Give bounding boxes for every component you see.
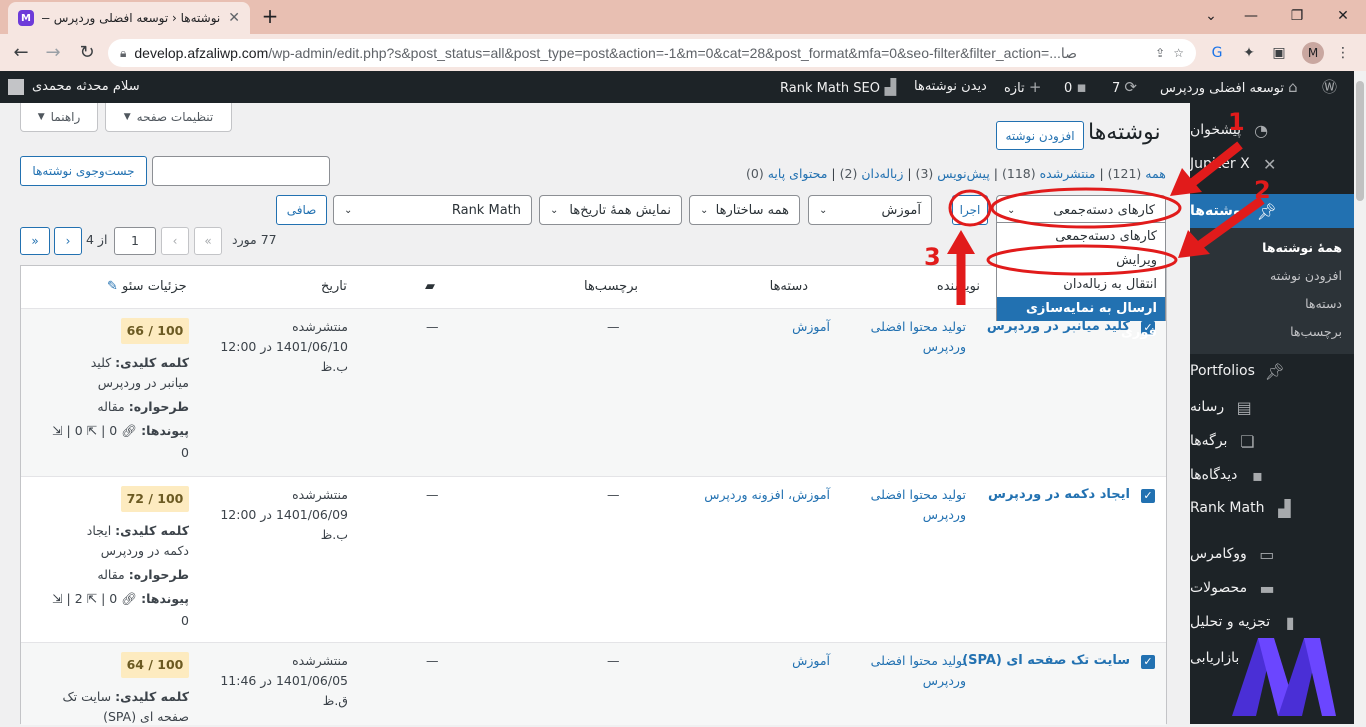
annotation-number-3: 3 [924,243,941,271]
tutorial-annotations [947,141,1265,305]
highlight-edit-option [986,244,1178,276]
arrow-step-1 [1170,141,1243,196]
highlight-bulk-select [990,187,1182,229]
highlight-apply-button [948,189,992,227]
afzaliwp-logo [1232,638,1336,716]
annotation-number-1: 1 [1228,108,1245,136]
annotation-number-2: 2 [1254,176,1271,204]
arrow-step-2 [1178,196,1265,258]
arrow-step-3 [947,230,975,305]
